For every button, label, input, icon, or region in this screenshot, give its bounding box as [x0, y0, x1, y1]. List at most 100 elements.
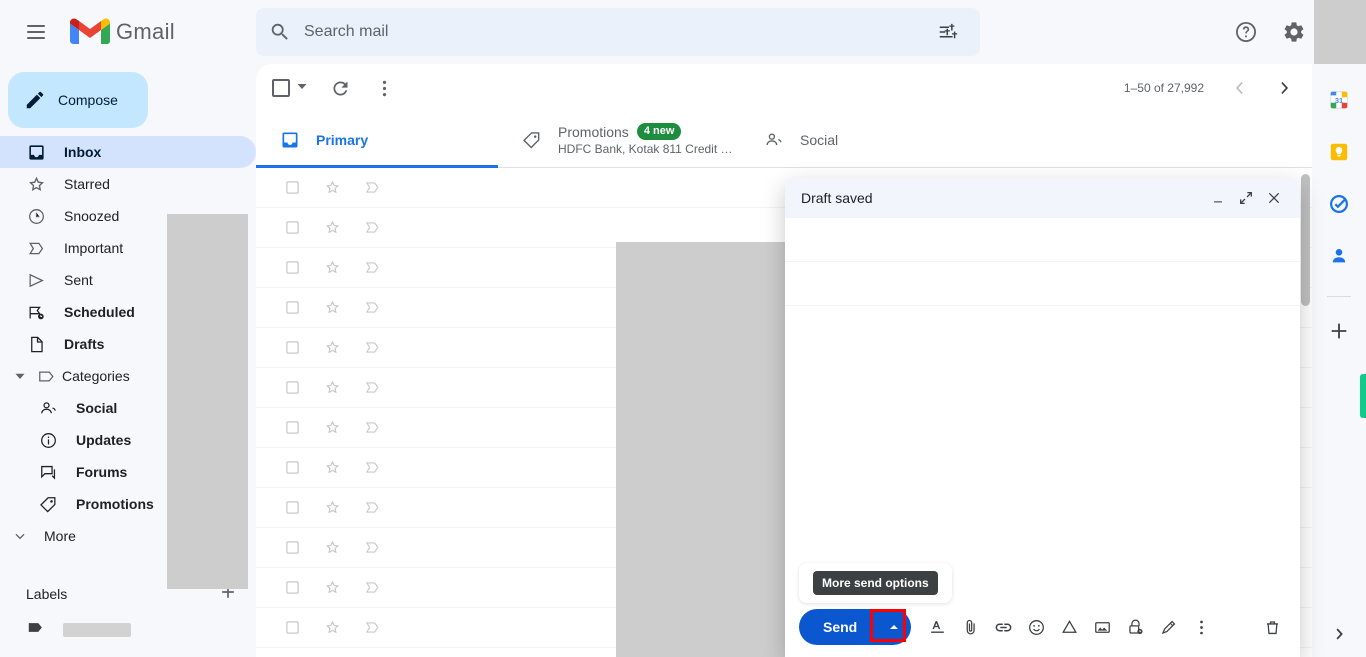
row-star-button[interactable]	[312, 248, 352, 288]
google-contacts-button[interactable]	[1319, 236, 1359, 276]
search-button[interactable]	[256, 8, 304, 56]
row-checkbox[interactable]	[272, 608, 312, 648]
row-important-button[interactable]	[352, 488, 392, 528]
google-tasks-button[interactable]	[1319, 184, 1359, 224]
tab-primary[interactable]: Primary	[256, 112, 498, 168]
row-checkbox[interactable]	[272, 568, 312, 608]
row-star-button[interactable]	[312, 208, 352, 248]
select-all-checkbox[interactable]	[272, 79, 308, 97]
row-important-button[interactable]	[352, 248, 392, 288]
main-menu-button[interactable]	[12, 8, 60, 56]
insert-drive-file-button[interactable]	[1053, 611, 1085, 643]
scroll-indicator	[1360, 374, 1366, 418]
compose-minimize-button[interactable]	[1204, 184, 1232, 212]
google-tasks-icon	[1330, 195, 1348, 213]
tab-label: Social	[800, 131, 839, 148]
compose-header[interactable]: Draft saved	[785, 178, 1300, 218]
sidebar-item-label: Starred	[64, 176, 110, 192]
row-checkbox[interactable]	[272, 448, 312, 488]
row-important-button[interactable]	[352, 528, 392, 568]
tooltip-container: More send options	[799, 563, 952, 603]
row-checkbox[interactable]	[272, 528, 312, 568]
row-checkbox[interactable]	[272, 248, 312, 288]
row-checkbox[interactable]	[272, 368, 312, 408]
people-icon	[38, 398, 58, 418]
row-important-button[interactable]	[352, 408, 392, 448]
compose-more-options-button[interactable]	[1185, 611, 1217, 643]
row-star-button[interactable]	[312, 568, 352, 608]
row-star-button[interactable]	[312, 528, 352, 568]
caret-down-icon	[297, 84, 307, 89]
more-send-options-button[interactable]	[877, 609, 912, 645]
row-star-button[interactable]	[312, 608, 352, 648]
confidential-mode-button[interactable]	[1119, 611, 1151, 643]
row-star-button[interactable]	[312, 368, 352, 408]
caret-down-icon[interactable]	[10, 366, 30, 386]
add-app-button[interactable]	[1319, 311, 1359, 351]
row-important-button[interactable]	[352, 168, 392, 208]
discard-draft-button[interactable]	[1256, 611, 1288, 643]
row-star-button[interactable]	[312, 408, 352, 448]
send-button[interactable]: Send	[799, 609, 878, 645]
help-button[interactable]	[1222, 8, 1270, 56]
next-page-button[interactable]	[1264, 68, 1304, 108]
google-calendar-button[interactable]: 31	[1319, 80, 1359, 120]
row-important-button[interactable]	[352, 288, 392, 328]
row-checkbox[interactable]	[272, 488, 312, 528]
search-options-button[interactable]	[924, 8, 972, 56]
compose-button[interactable]: Compose	[8, 72, 148, 128]
insert-emoji-button[interactable]	[1020, 611, 1052, 643]
label-list-item[interactable]	[0, 614, 256, 646]
compose-expand-button[interactable]	[1232, 184, 1260, 212]
pagination-count: 1–50 of 27,992	[1123, 81, 1204, 95]
tab-promotions[interactable]: Promotions 4 new HDFC Bank, Kotak 811 Cr…	[498, 112, 740, 167]
row-important-button[interactable]	[352, 328, 392, 368]
compose-recipients-field[interactable]	[785, 218, 1300, 262]
insert-photo-button[interactable]	[1086, 611, 1118, 643]
compose-message-area[interactable]	[785, 306, 1300, 566]
select-all-caret[interactable]	[296, 79, 308, 97]
sidebar-item-starred[interactable]: Starred	[0, 168, 256, 200]
row-checkbox[interactable]	[272, 168, 312, 208]
refresh-button[interactable]	[320, 68, 360, 108]
row-checkbox[interactable]	[272, 408, 312, 448]
row-important-button[interactable]	[352, 368, 392, 408]
row-star-button[interactable]	[312, 488, 352, 528]
insert-link-button[interactable]	[987, 611, 1019, 643]
attach-file-button[interactable]	[954, 611, 986, 643]
search-bar[interactable]	[256, 8, 980, 56]
row-star-button[interactable]	[312, 328, 352, 368]
row-important-button[interactable]	[352, 568, 392, 608]
sidebar-item-inbox[interactable]: Inbox	[0, 136, 256, 168]
sidebar-item-label: Snoozed	[64, 208, 120, 224]
compose-close-button[interactable]	[1260, 184, 1288, 212]
previous-page-button[interactable]	[1220, 68, 1260, 108]
row-checkbox[interactable]	[272, 288, 312, 328]
row-checkbox[interactable]	[272, 208, 312, 248]
mail-list-scrollbar-thumb[interactable]	[1301, 174, 1310, 306]
label-tag-icon	[36, 366, 56, 386]
trash-icon	[1266, 620, 1278, 634]
tab-social[interactable]: Social	[740, 112, 982, 167]
row-star-button[interactable]	[312, 168, 352, 208]
row-star-button[interactable]	[312, 288, 352, 328]
expand-side-panel-button[interactable]	[1312, 625, 1366, 643]
row-star-button[interactable]	[312, 448, 352, 488]
row-important-button[interactable]	[352, 448, 392, 488]
expand-diagonal-icon	[1240, 192, 1252, 204]
more-options-button[interactable]	[364, 68, 404, 108]
google-keep-button[interactable]	[1319, 132, 1359, 172]
settings-button[interactable]	[1270, 8, 1318, 56]
row-important-button[interactable]	[352, 208, 392, 248]
insert-signature-button[interactable]	[1152, 611, 1184, 643]
format-text-button[interactable]	[921, 611, 953, 643]
row-checkbox[interactable]	[272, 328, 312, 368]
search-input[interactable]	[304, 10, 924, 54]
insert-emoji-icon	[1028, 619, 1044, 635]
sidebar-item-label: More	[44, 528, 76, 544]
gmail-logo[interactable]: Gmail	[70, 12, 175, 52]
sidebar-item-label: Sent	[64, 272, 93, 288]
row-important-button[interactable]	[352, 608, 392, 648]
compose-subject-field[interactable]	[785, 262, 1300, 306]
more-vertical-icon	[382, 80, 386, 96]
